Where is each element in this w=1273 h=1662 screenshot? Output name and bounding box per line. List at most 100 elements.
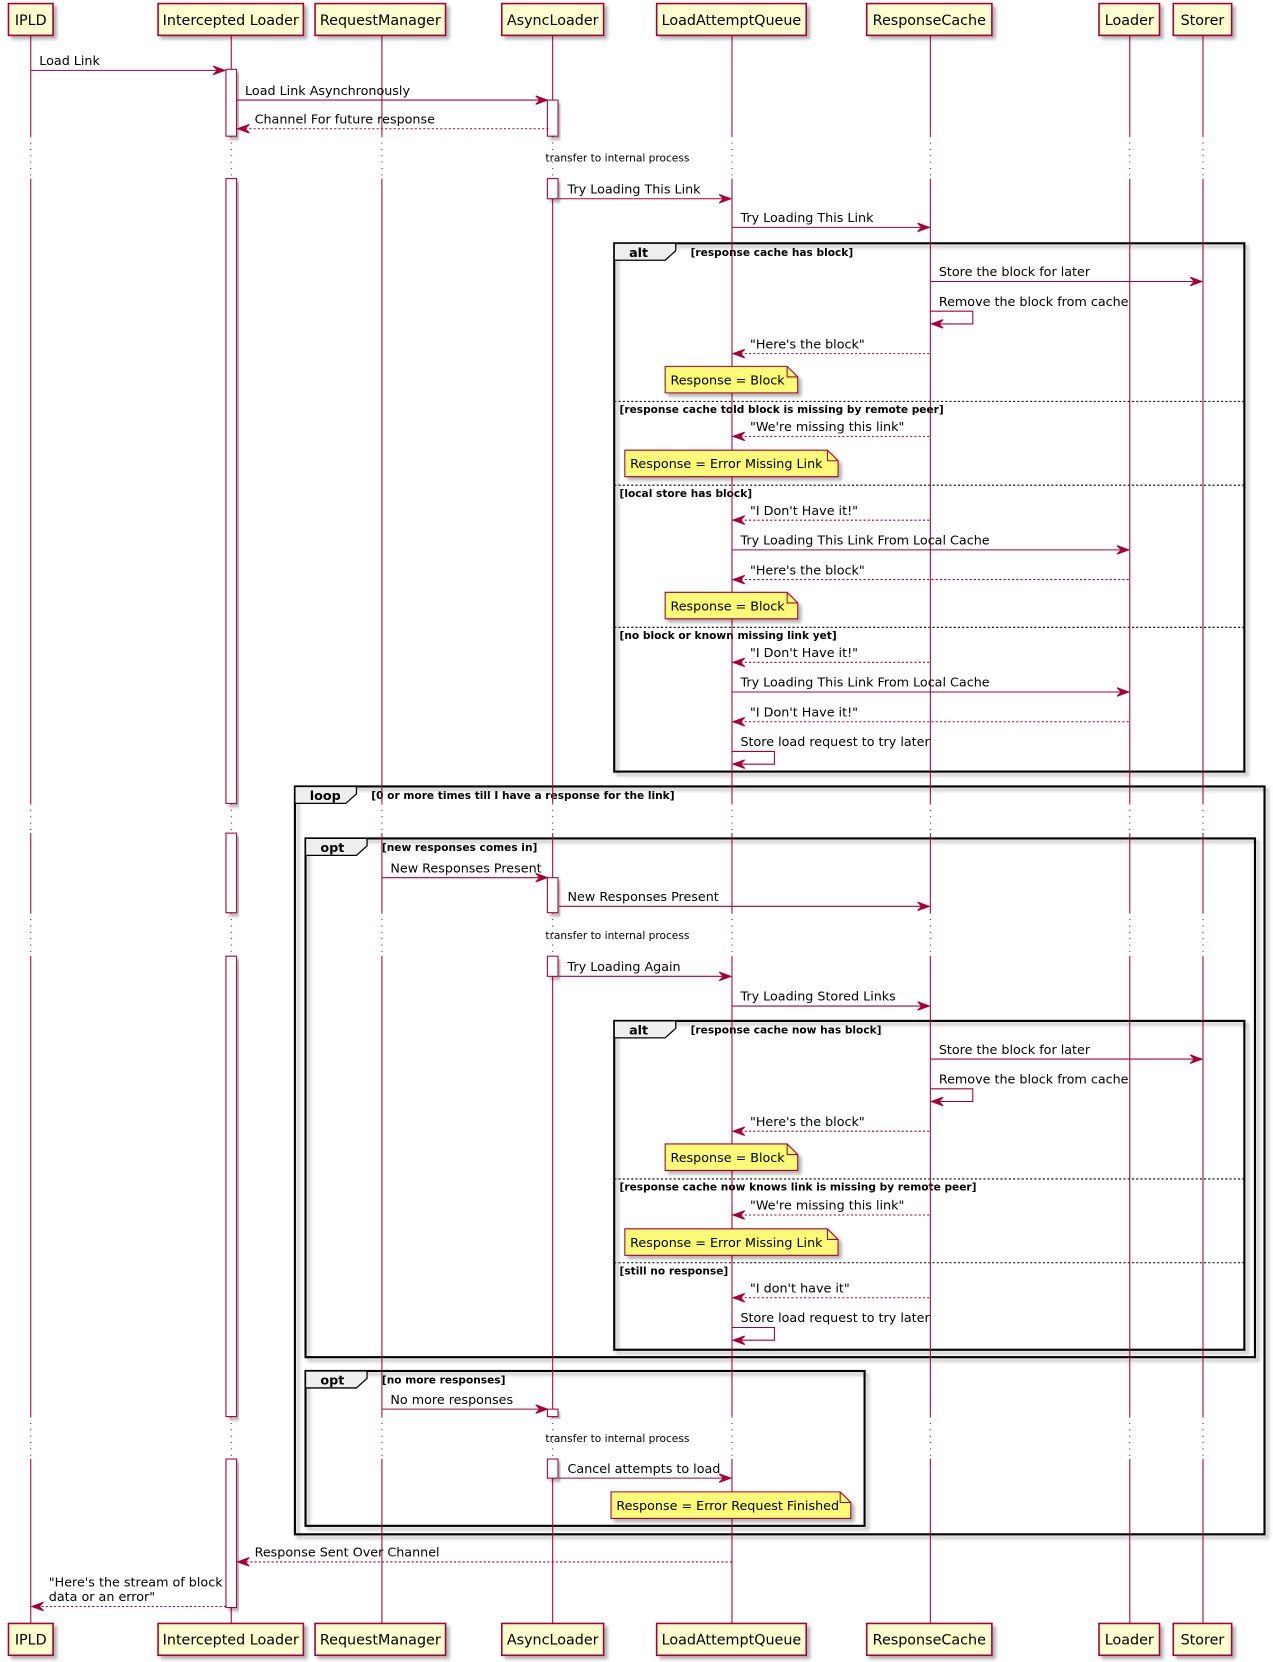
- note-text: Response = Error Missing Link: [630, 457, 823, 472]
- message: Channel For future response: [236, 112, 549, 134]
- message: Remove the block from cache: [929, 295, 1129, 329]
- message-label: "Here's the block": [750, 337, 865, 352]
- message-label: Remove the block from cache: [939, 295, 1129, 310]
- message: "We're missing this link": [731, 420, 930, 442]
- participant-name: AsyncLoader: [507, 1633, 599, 1649]
- frame-guard-label: [still no response]: [620, 1265, 729, 1277]
- message-label: New Responses Present: [568, 890, 719, 905]
- activation-bar: [225, 178, 238, 804]
- message: Try Loading This Link: [559, 182, 733, 204]
- participant-bottom[interactable]: ResponseCache: [865, 1622, 993, 1657]
- frame-border: [304, 837, 1257, 1359]
- message-label: Load Link Asynchronously: [245, 84, 410, 99]
- participant-name: Loader: [1105, 13, 1154, 29]
- participant-name: AsyncLoader: [507, 13, 599, 29]
- participant-name: Storer: [1181, 13, 1225, 29]
- arrowhead-icon: [731, 1126, 746, 1136]
- message-label: Cancel attempts to load: [568, 1462, 721, 1477]
- message: Load Link: [30, 54, 227, 76]
- message: Load Link Asynchronously: [236, 84, 549, 105]
- message: "We're missing this link": [731, 1199, 930, 1220]
- note: Response = Error Missing Link: [624, 1228, 839, 1256]
- message-label: "Here's the block": [750, 1115, 865, 1130]
- arrowhead-icon: [236, 123, 250, 134]
- participant-top[interactable]: IPLD: [7, 2, 54, 37]
- message: Store load request to try later: [731, 735, 930, 769]
- participant-name: Intercepted Loader: [163, 13, 299, 29]
- arrowhead-icon: [731, 431, 746, 442]
- message-label: "Here's the block": [750, 563, 865, 578]
- message-label: New Responses Present: [390, 861, 541, 876]
- message: Try Loading This Link: [731, 211, 931, 233]
- note: Response = Error Request Finished: [610, 1491, 852, 1519]
- message: No more responses: [381, 1393, 549, 1414]
- arrowhead-icon: [731, 515, 746, 525]
- message-label: data or an error": [49, 1590, 155, 1605]
- participant-name: LoadAttemptQueue: [662, 13, 802, 29]
- message: "Here's the stream of block data or an e…: [30, 1575, 226, 1612]
- frame-guard-label: [0 or more times till I have a response …: [371, 790, 674, 802]
- participant-bottom[interactable]: RequestManager: [314, 1622, 447, 1657]
- message: Try Loading Again: [559, 960, 733, 982]
- activation-bar: [546, 1458, 559, 1479]
- message: "Here's the block": [731, 337, 930, 359]
- frame-kind-label: alt: [629, 1024, 648, 1039]
- frame-guard-label: [no more responses]: [382, 1375, 506, 1387]
- message: "I Don't Have it!": [731, 504, 930, 525]
- message-label: "I Don't Have it!": [750, 504, 858, 519]
- frame-kind-label: loop: [310, 789, 341, 804]
- message: Response Sent Over Channel: [236, 1546, 732, 1567]
- participant-name: LoadAttemptQueue: [662, 1633, 802, 1649]
- message-label: "We're missing this link": [750, 1199, 904, 1214]
- participant-bottom[interactable]: AsyncLoader: [500, 1622, 605, 1657]
- activation-bar: [546, 955, 559, 977]
- participant-bottom[interactable]: Loader: [1098, 1622, 1161, 1657]
- message: Store the block for later: [930, 1043, 1204, 1064]
- note-text: Response = Error Request Finished: [616, 1499, 839, 1514]
- message-label: "I Don't Have it!": [750, 705, 858, 720]
- message-label: Store load request to try later: [740, 735, 930, 750]
- participant-top[interactable]: Storer: [1172, 2, 1233, 37]
- frame-alt: alt [response cache now has block] [respon…: [613, 1019, 1246, 1351]
- activation-bar: [546, 877, 559, 914]
- message-label: Channel For future response: [255, 112, 436, 127]
- message-label: Try Loading This Link: [739, 211, 874, 226]
- participant-bottom[interactable]: Storer: [1172, 1622, 1233, 1657]
- participant-name: ResponseCache: [873, 13, 986, 29]
- note-text: Response = Block: [670, 599, 785, 614]
- note-text: Response = Error Missing Link: [630, 1236, 823, 1251]
- message-label: Try Loading This Link From Local Cache: [739, 534, 989, 549]
- participant-name: RequestManager: [320, 13, 441, 29]
- frame-kind-label: opt: [320, 1374, 344, 1389]
- participant-top[interactable]: RequestManager: [314, 2, 447, 37]
- message-label: Try Loading Stored Links: [739, 990, 895, 1005]
- activation-bar: [546, 178, 559, 200]
- participant-bottom[interactable]: Intercepted Loader: [157, 1622, 305, 1657]
- message-label: Try Loading Again: [567, 960, 681, 975]
- message: Store the block for later: [930, 265, 1204, 287]
- note: Response = Block: [664, 365, 799, 394]
- message-label: Try Loading This Link From Local Cache: [739, 676, 989, 691]
- activation-bar: [225, 832, 238, 914]
- participant-top[interactable]: AsyncLoader: [500, 2, 605, 37]
- message-label: Try Loading This Link: [567, 182, 702, 197]
- frame-guard-label: [new responses comes in]: [382, 842, 537, 854]
- note: Response = Block: [664, 591, 799, 620]
- participant-top[interactable]: LoadAttemptQueue: [655, 2, 808, 37]
- participant-top[interactable]: Loader: [1098, 2, 1161, 37]
- frame-kind-label: alt: [629, 246, 648, 261]
- note-text: Response = Block: [670, 373, 785, 388]
- participant-bottom[interactable]: LoadAttemptQueue: [655, 1622, 808, 1657]
- delay-label: transfer to internal process: [545, 930, 689, 942]
- message-label: "Here's the stream of block: [49, 1575, 223, 1590]
- participant-name: ResponseCache: [873, 1633, 986, 1649]
- activation-bar: [546, 1408, 559, 1418]
- delay-label: transfer to internal process: [545, 153, 689, 165]
- participant-top[interactable]: Intercepted Loader: [157, 2, 305, 37]
- messages-layer: Load Link Load Link Asynchronously Channel…: [30, 54, 1204, 1612]
- message-label: Load Link: [39, 54, 100, 69]
- participant-top[interactable]: ResponseCache: [865, 2, 993, 37]
- participant-bottom[interactable]: IPLD: [7, 1622, 54, 1657]
- frame-kind-label: opt: [320, 841, 344, 856]
- arrowhead-icon: [731, 716, 746, 727]
